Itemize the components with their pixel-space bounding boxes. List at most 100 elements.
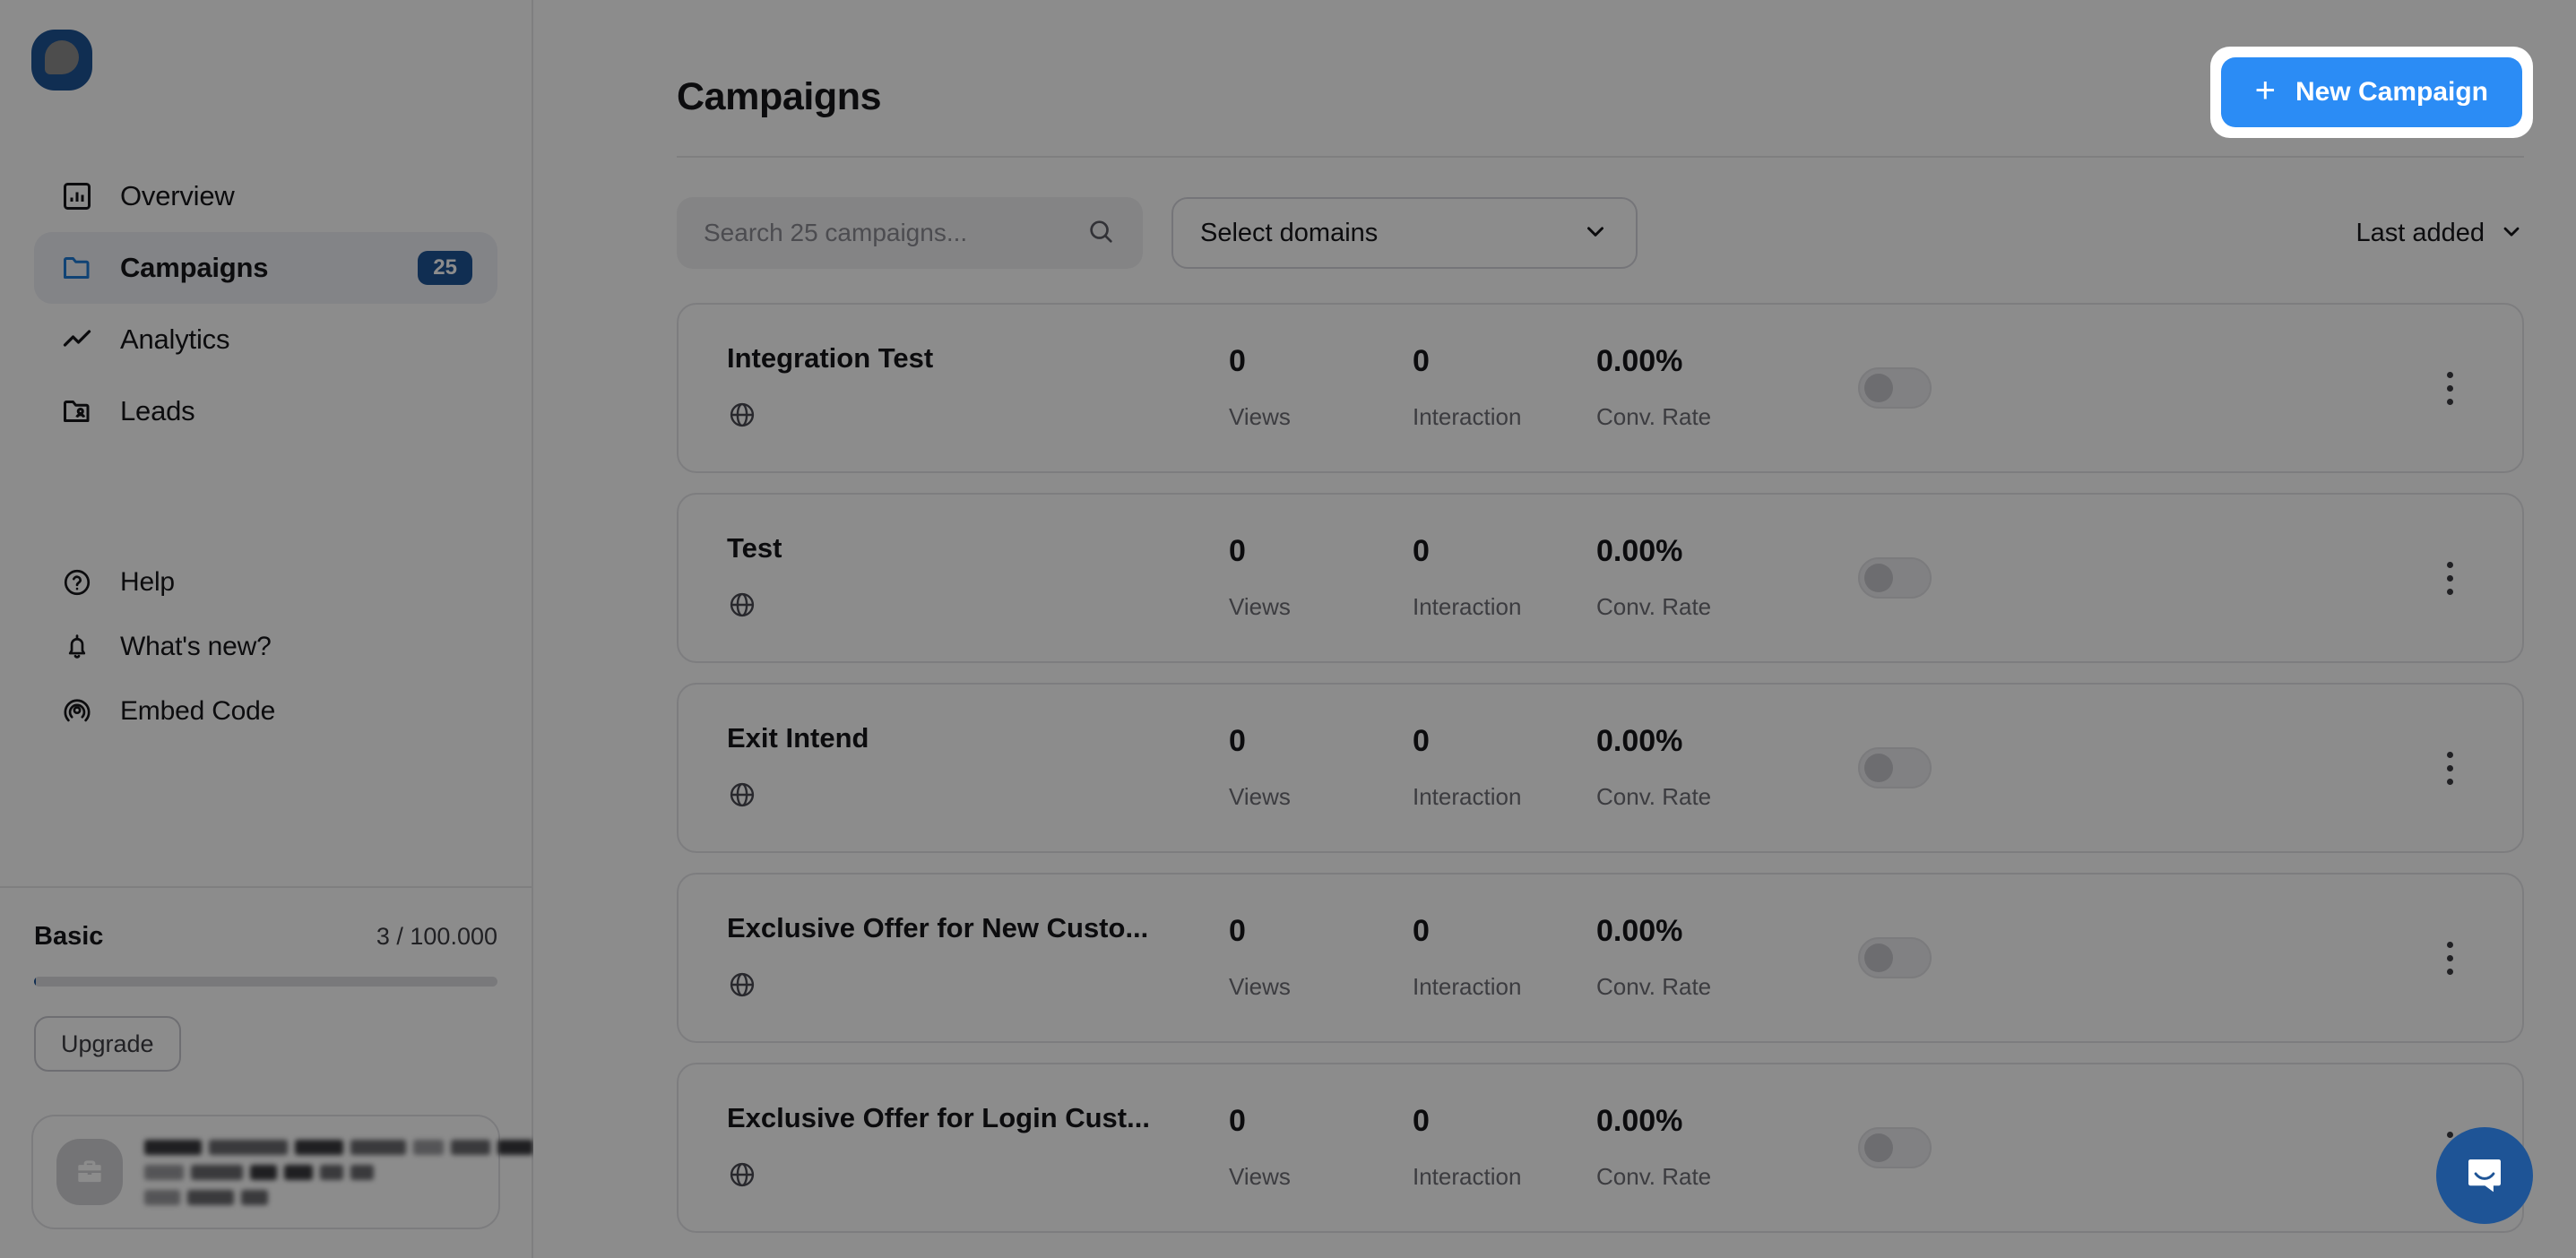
metric-label: Interaction xyxy=(1413,402,1522,430)
primary-navigation: Overview Campaigns 25 Analytics Leads xyxy=(0,160,532,447)
metric-label: Interaction xyxy=(1413,782,1522,810)
metric-value: 0 xyxy=(1229,723,1246,758)
app-root: Overview Campaigns 25 Analytics Leads He… xyxy=(0,0,2576,1258)
metric-value: 0 xyxy=(1229,1103,1246,1138)
campaign-enabled-toggle[interactable] xyxy=(1858,1127,1932,1168)
row-more-options-icon[interactable] xyxy=(2429,551,2470,605)
page-title: Campaigns xyxy=(677,74,882,118)
trend-line-icon xyxy=(59,322,95,358)
metric-interaction: 0 Interaction xyxy=(1413,346,1596,431)
profile-redacted-text xyxy=(144,1139,583,1205)
domain-select[interactable]: Select domains xyxy=(1171,197,1638,269)
globe-icon xyxy=(727,590,1229,625)
secondary-navigation: Help What's new? Embed Code xyxy=(0,550,532,744)
globe-icon xyxy=(727,400,1229,435)
sidebar: Overview Campaigns 25 Analytics Leads He… xyxy=(0,0,583,1258)
metric-label: Interaction xyxy=(1413,592,1522,620)
upgrade-button[interactable]: Upgrade xyxy=(34,1016,181,1072)
metric-conv-rate: 0.00% Conv. Rate xyxy=(1596,1106,1820,1191)
metric-value: 0.00% xyxy=(1596,343,1683,378)
sidebar-item-label: Campaigns xyxy=(120,252,269,283)
campaign-name: Integration Test xyxy=(727,341,934,374)
sidebar-item-label: Embed Code xyxy=(120,696,276,726)
sidebar-item-label: Overview xyxy=(120,180,235,211)
sort-label: Last added xyxy=(2356,218,2485,247)
campaign-enabled-toggle[interactable] xyxy=(1858,747,1932,788)
metric-label: Interaction xyxy=(1413,972,1522,1000)
campaign-list: Integration Test 0 Views 0 Interaction 0.00% C… xyxy=(533,269,2576,1233)
sidebar-item-embed-code[interactable]: Embed Code xyxy=(34,679,497,744)
profile-detail-redacted-1 xyxy=(144,1164,583,1180)
campaign-info: Integration Test xyxy=(727,342,1229,435)
metric-label: Views xyxy=(1229,1162,1291,1190)
sidebar-item-whats-new[interactable]: What's new? xyxy=(34,615,497,679)
row-more-options-icon[interactable] xyxy=(2429,741,2470,795)
sort-control[interactable]: Last added xyxy=(2356,219,2524,248)
main-content: Campaigns Select domains xyxy=(533,0,2576,1258)
new-campaign-button[interactable]: + New Campaign xyxy=(2220,57,2522,127)
chat-bubble-icon[interactable] xyxy=(2436,1127,2533,1224)
metric-label: Conv. Rate xyxy=(1596,1162,1712,1190)
globe-icon xyxy=(727,1159,1229,1194)
plus-icon: + xyxy=(2254,71,2276,110)
row-more-options-icon[interactable] xyxy=(2429,361,2470,415)
filter-toolbar: Select domains Last added xyxy=(533,158,2576,269)
sidebar-item-campaigns[interactable]: Campaigns 25 xyxy=(34,232,497,304)
search-box[interactable] xyxy=(677,197,1143,269)
plan-usage-panel: Basic 3 / 100.000 Upgrade xyxy=(0,886,532,1072)
globe-icon xyxy=(727,969,1229,1004)
metric-conv-rate: 0.00% Conv. Rate xyxy=(1596,726,1820,811)
metric-interaction: 0 Interaction xyxy=(1413,916,1596,1001)
folder-icon xyxy=(59,250,95,286)
folder-user-icon xyxy=(59,393,95,429)
pop-logo-icon[interactable] xyxy=(31,30,92,90)
metric-value: 0 xyxy=(1413,913,1430,948)
metric-label: Views xyxy=(1229,402,1291,430)
domain-select-label: Select domains xyxy=(1200,218,1379,247)
profile-name-redacted xyxy=(144,1139,583,1155)
briefcase-icon xyxy=(56,1139,123,1205)
sidebar-item-label: Leads xyxy=(120,395,195,427)
search-input[interactable] xyxy=(704,219,1085,247)
profile-detail-redacted-2 xyxy=(144,1189,583,1205)
campaign-row[interactable]: Exclusive Offer for Login Cust... 0 Views 0… xyxy=(677,1063,2524,1233)
metric-interaction: 0 Interaction xyxy=(1413,726,1596,811)
sidebar-item-leads[interactable]: Leads xyxy=(34,375,497,447)
campaign-name: Test xyxy=(727,531,782,564)
metric-views: 0 Views xyxy=(1229,726,1413,811)
sidebar-item-analytics[interactable]: Analytics xyxy=(34,304,497,375)
metric-conv-rate: 0.00% Conv. Rate xyxy=(1596,916,1820,1001)
metric-value: 0 xyxy=(1413,533,1430,568)
metric-conv-rate: 0.00% Conv. Rate xyxy=(1596,536,1820,621)
metric-label: Views xyxy=(1229,972,1291,1000)
new-campaign-spotlight: + New Campaign xyxy=(2209,47,2533,138)
metric-views: 0 Views xyxy=(1229,346,1413,431)
metric-label: Interaction xyxy=(1413,1162,1522,1190)
globe-icon xyxy=(727,780,1229,814)
chevron-down-icon xyxy=(1582,218,1609,249)
metric-label: Views xyxy=(1229,782,1291,810)
sidebar-item-label: Help xyxy=(120,567,175,597)
metric-label: Views xyxy=(1229,592,1291,620)
sidebar-item-overview[interactable]: Overview xyxy=(34,160,497,232)
campaign-info: Exclusive Offer for Login Cust... xyxy=(727,1102,1229,1194)
campaign-enabled-toggle[interactable] xyxy=(1858,937,1932,978)
campaign-row[interactable]: Exclusive Offer for New Custo... 0 Views 0 I… xyxy=(677,873,2524,1043)
campaign-enabled-toggle[interactable] xyxy=(1858,367,1932,409)
campaign-enabled-toggle[interactable] xyxy=(1858,557,1932,599)
search-icon[interactable] xyxy=(1085,216,1116,251)
plan-usage: 3 / 100.000 xyxy=(376,923,497,950)
sidebar-item-help[interactable]: Help xyxy=(34,550,497,615)
campaign-row[interactable]: Integration Test 0 Views 0 Interaction 0.00% C… xyxy=(677,303,2524,473)
plan-row: Basic 3 / 100.000 xyxy=(34,922,497,952)
row-more-options-icon[interactable] xyxy=(2429,931,2470,985)
campaign-info: Test xyxy=(727,532,1229,625)
brand-logo-wrap xyxy=(0,0,532,90)
metric-label: Conv. Rate xyxy=(1596,972,1712,1000)
campaign-row[interactable]: Test 0 Views 0 Interaction 0.00% Conv. Rate xyxy=(677,493,2524,663)
campaign-row[interactable]: Exit Intend 0 Views 0 Interaction 0.00% Conv. … xyxy=(677,683,2524,853)
metric-value: 0 xyxy=(1413,343,1430,378)
metric-views: 0 Views xyxy=(1229,1106,1413,1191)
workspace-profile-card[interactable] xyxy=(31,1115,583,1229)
